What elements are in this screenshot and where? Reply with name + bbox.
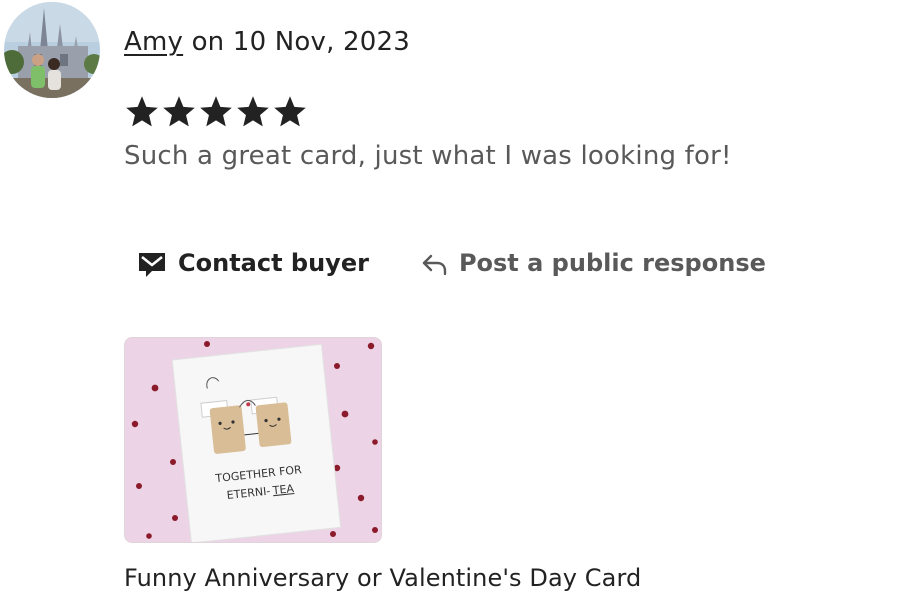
star-icon <box>237 96 269 127</box>
avatar-photo <box>4 2 100 98</box>
listing-title[interactable]: Funny Anniversary or Valentine's Day Car… <box>124 564 641 592</box>
star-icon <box>163 96 195 127</box>
contact-buyer-button[interactable]: Contact buyer <box>136 247 369 279</box>
star-rating <box>124 94 308 130</box>
reviewer-avatar[interactable] <box>4 2 100 98</box>
post-public-response-label: Post a public response <box>458 249 766 277</box>
envelope-icon <box>139 253 165 277</box>
listing-thumbnail[interactable]: TOGETHER FOR ETERNI- TEA <box>124 337 382 543</box>
card-text-line2-suffix: TEA <box>271 482 295 497</box>
review-meta: Amy on 10 Nov, 2023 <box>124 27 410 57</box>
star-icon <box>274 96 306 127</box>
star-icon <box>200 96 232 127</box>
review-actions: Contact buyer Post a public response <box>136 247 766 279</box>
reviewer-name-link[interactable]: Amy <box>124 27 183 57</box>
post-public-response-button[interactable]: Post a public response <box>419 248 766 278</box>
star-icon <box>126 96 158 127</box>
reply-arrow-icon <box>422 254 447 276</box>
review-date: on 10 Nov, 2023 <box>183 27 411 57</box>
contact-buyer-label: Contact buyer <box>178 249 369 277</box>
listing-image: TOGETHER FOR ETERNI- TEA <box>125 338 381 542</box>
review-text: Such a great card, just what I was looki… <box>124 141 732 171</box>
